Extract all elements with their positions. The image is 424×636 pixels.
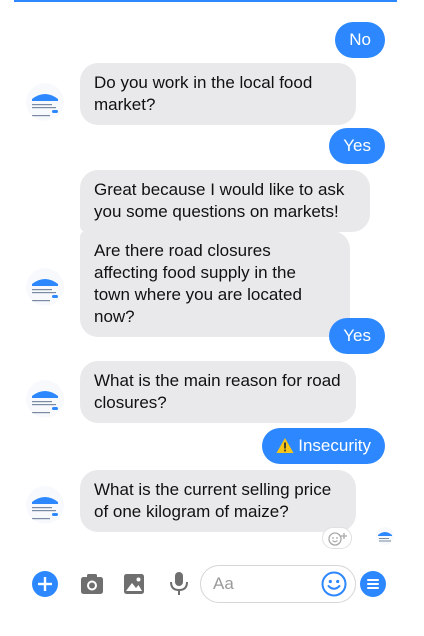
message-text: Do you work in the local food market? <box>94 73 313 114</box>
emoji-icon[interactable] <box>321 571 347 597</box>
add-reaction-icon[interactable] <box>322 527 352 549</box>
bot-avatar[interactable] <box>26 83 64 121</box>
bot-avatar[interactable] <box>26 486 64 524</box>
message-text: What is the current selling price of one… <box>94 480 332 521</box>
bot-avatar[interactable] <box>26 380 64 418</box>
message-input-field[interactable] <box>200 565 356 603</box>
message-text: No <box>349 30 371 49</box>
message-bot[interactable]: Do you work in the local food market? <box>80 63 356 125</box>
seen-indicator-avatar <box>376 527 394 545</box>
message-user[interactable]: Yes <box>329 128 385 164</box>
message-user[interactable]: Insecurity <box>262 428 385 464</box>
message-user[interactable]: No <box>335 22 385 58</box>
chat-window: No Do you work in the local food market? <box>14 0 397 636</box>
plus-icon[interactable] <box>30 569 60 599</box>
messenger-screen: No Do you work in the local food market? <box>0 0 424 636</box>
message-text: Great because I would like to ask you so… <box>94 180 345 221</box>
message-text: Yes <box>343 136 371 155</box>
menu-icon[interactable] <box>358 569 388 599</box>
message-text: What is the main reason for road closure… <box>94 371 341 412</box>
message-bot[interactable]: Great because I would like to ask you so… <box>80 170 370 232</box>
bot-avatar-image <box>26 380 64 418</box>
message-input[interactable] <box>213 572 313 596</box>
message-bot[interactable]: Are there road closures affecting food s… <box>80 231 350 337</box>
message-text: Insecurity <box>298 436 371 455</box>
message-bot[interactable]: What is the current selling price of one… <box>80 470 356 532</box>
message-user[interactable]: Yes <box>329 318 385 354</box>
image-icon[interactable] <box>119 569 149 599</box>
message-bot[interactable]: What is the main reason for road closure… <box>80 361 356 423</box>
bot-avatar[interactable] <box>26 268 64 306</box>
warning-icon <box>276 437 294 460</box>
bot-avatar-image <box>26 83 64 121</box>
microphone-icon[interactable] <box>164 569 194 599</box>
message-text: Are there road closures affecting food s… <box>94 241 302 326</box>
message-text: Yes <box>343 326 371 345</box>
composer-bar <box>14 556 397 616</box>
bot-avatar-image <box>26 486 64 524</box>
bot-avatar-image <box>26 268 64 306</box>
camera-icon[interactable] <box>77 569 107 599</box>
message-thread[interactable]: No Do you work in the local food market? <box>14 0 397 556</box>
